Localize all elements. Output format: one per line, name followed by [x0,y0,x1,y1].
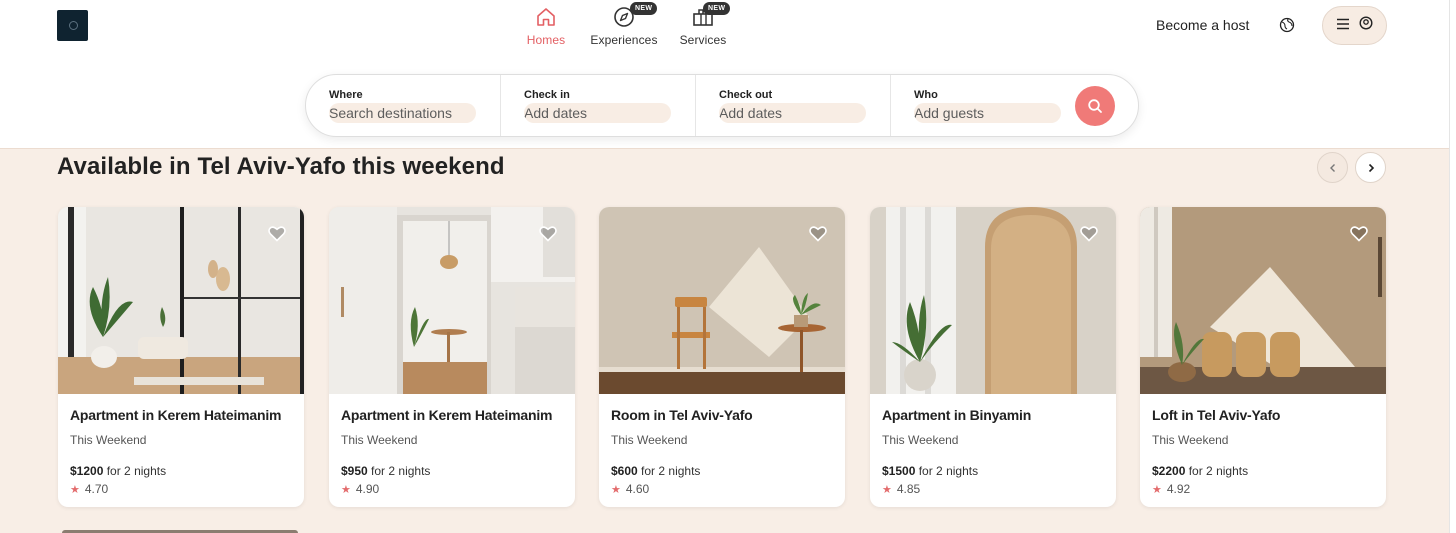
where-label: Where [329,89,363,101]
price-suffix: for 2 nights [1188,464,1249,478]
search-bar: Where Check in Check out Who [305,74,1139,137]
chevron-right-icon [1368,163,1374,172]
price-suffix: for 2 nights [106,464,167,478]
top-header: Homes NEW Experiences NEW Services Becom… [0,0,1449,149]
rating-value: 4.90 [355,482,380,496]
listing-availability: This Weekend [341,433,418,447]
home-icon [533,4,559,30]
price-amount: $2200 [1152,464,1186,478]
listing-photo [58,207,304,394]
price-amount: $1200 [70,464,104,478]
rating-value: 4.60 [625,482,650,496]
rating-value: 4.70 [84,482,109,496]
price-amount: $600 [611,464,638,478]
listing-price: $950 for 2 nights [341,464,563,478]
heart-icon[interactable] [1080,225,1098,242]
listing-photo [870,207,1116,394]
listing-availability: This Weekend [1152,433,1229,447]
language-globe-icon[interactable] [1275,13,1299,37]
search-icon [1088,99,1102,113]
price-suffix: for 2 nights [918,464,979,478]
star-icon: ★ [611,483,621,496]
listing-rating: ★ 4.90 [341,482,563,496]
who-input[interactable] [914,103,1061,123]
heart-icon[interactable] [268,225,286,242]
new-badge: NEW [703,2,731,15]
user-menu-button[interactable] [1322,6,1387,45]
heart-icon[interactable] [1350,225,1368,242]
listing-rating: ★ 4.60 [611,482,833,496]
listing-title: Room in Tel Aviv-Yafo [611,407,753,423]
rating-value: 4.85 [896,482,921,496]
price-suffix: for 2 nights [371,464,431,478]
listing-title: Apartment in Binyamin [882,407,1032,423]
chevron-left-icon [1329,163,1335,172]
search-checkin-field[interactable]: Check in [500,75,695,136]
user-avatar-icon [1359,16,1373,35]
star-icon: ★ [70,483,80,496]
hamburger-icon [1336,17,1350,35]
star-icon: ★ [882,483,892,496]
brand-logo[interactable] [57,10,88,41]
rating-value: 4.92 [1166,482,1191,496]
listing-title: Loft in Tel Aviv-Yafo [1152,407,1281,423]
listing-price: $1200 for 2 nights [70,464,292,478]
nav-homes-tab[interactable]: Homes [520,4,572,47]
nav-experiences-tab[interactable]: NEW Experiences [580,2,668,47]
star-icon: ★ [341,483,351,496]
section-title: Available in Tel Aviv-Yafo this weekend [57,153,505,180]
listing-availability: This Weekend [882,433,959,447]
checkout-input[interactable] [719,103,866,123]
nav-services-label: Services [679,33,727,47]
price-suffix: for 2 nights [641,464,701,478]
listing-price: $2200 for 2 nights [1152,464,1374,478]
page-scrollbar[interactable] [1449,0,1456,533]
category-nav: Homes NEW Experiences NEW Services [520,2,735,47]
listing-availability: This Weekend [611,433,688,447]
listing-title: Apartment in Kerem Hateimanim [70,407,282,423]
checkin-label: Check in [524,89,570,101]
heart-icon[interactable] [539,225,557,242]
listing-card[interactable]: Apartment in Kerem Hateimanim This Weeke… [58,207,304,507]
price-amount: $1500 [882,464,916,478]
heart-icon[interactable] [809,225,827,242]
listing-rating: ★ 4.70 [70,482,292,496]
become-host-link[interactable]: Become a host [1156,17,1249,33]
listing-card[interactable]: Room in Tel Aviv-Yafo This Weekend $600 … [599,207,845,507]
listing-rating: ★ 4.85 [882,482,1104,496]
nav-experiences-label: Experiences [590,33,658,47]
nav-homes-label: Homes [526,33,566,47]
listing-price: $600 for 2 nights [611,464,833,478]
carousel-next-button[interactable] [1355,152,1386,183]
listing-card[interactable]: Apartment in Binyamin This Weekend $1500… [870,207,1116,507]
nav-services-tab[interactable]: NEW Services [671,2,735,47]
listing-photo [329,207,575,394]
listing-title: Apartment in Kerem Hateimanim [341,407,553,423]
search-button[interactable] [1075,86,1115,126]
listing-photo [1140,207,1386,394]
checkin-input[interactable] [524,103,671,123]
listing-card[interactable]: Loft in Tel Aviv-Yafo This Weekend $2200… [1140,207,1386,507]
carousel-prev-button[interactable] [1317,152,1348,183]
search-checkout-field[interactable]: Check out [695,75,890,136]
new-badge: NEW [630,2,658,15]
listing-photo [599,207,845,394]
listing-price: $1500 for 2 nights [882,464,1104,478]
checkout-label: Check out [719,89,773,101]
where-input[interactable] [329,103,476,123]
listing-rating: ★ 4.92 [1152,482,1374,496]
price-amount: $950 [341,464,368,478]
listing-card[interactable]: Apartment in Kerem Hateimanim This Weeke… [329,207,575,507]
star-icon: ★ [1152,483,1162,496]
listing-availability: This Weekend [70,433,147,447]
search-where-field[interactable]: Where [306,75,500,136]
